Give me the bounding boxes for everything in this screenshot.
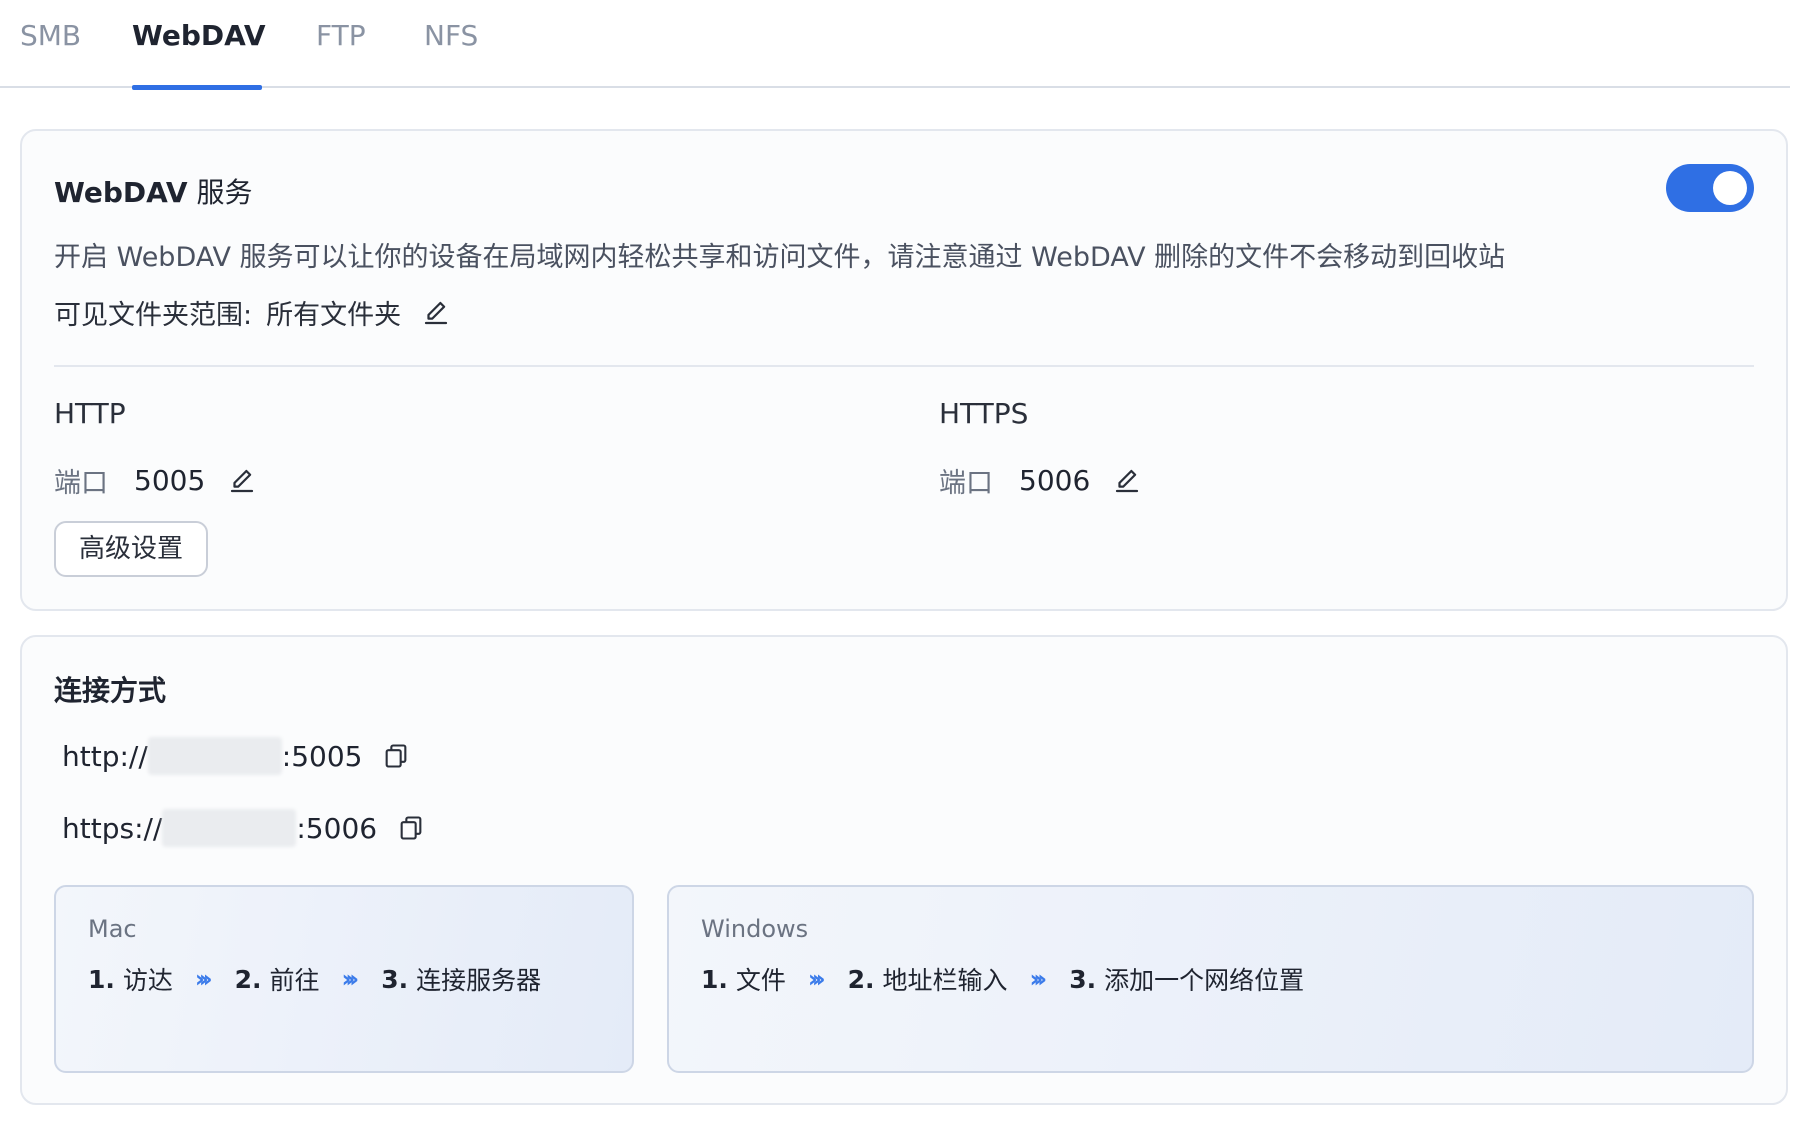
- step-text: 添加一个网络位置: [1104, 966, 1305, 995]
- toggle-knob: [1713, 171, 1747, 205]
- windows-steps: 1. 文件 ››› 2. 地址栏输入 ››› 3. 添加一个网络位置: [701, 961, 1304, 997]
- folder-scope-label: 可见文件夹范围:: [54, 300, 253, 331]
- mac-steps: 1. 访达 ››› 2. 前往 ››› 3. 连接服务器: [88, 961, 541, 997]
- https-label: HTTPS: [939, 397, 1029, 430]
- step-number: 3.: [381, 964, 409, 994]
- tab-smb[interactable]: SMB: [20, 16, 81, 88]
- tab-webdav[interactable]: WebDAV: [132, 16, 266, 90]
- https-address-prefix: https://: [62, 811, 163, 845]
- windows-title: Windows: [701, 915, 809, 943]
- step-number: 2.: [234, 964, 262, 994]
- edit-scope-icon[interactable]: [421, 298, 451, 328]
- connection-card: 连接方式 http:// :5005 https:// :5006 Mac 1.: [20, 635, 1788, 1105]
- webdav-service-toggle[interactable]: [1666, 164, 1754, 212]
- tab-smb-label: SMB: [20, 19, 82, 52]
- mac-instructions: Mac 1. 访达 ››› 2. 前往 ››› 3. 连接服务器: [54, 885, 634, 1073]
- tab-nfs-label: NFS: [424, 19, 479, 52]
- copy-http-address-icon[interactable]: [382, 742, 410, 770]
- section-divider: [54, 365, 1754, 367]
- step-text: 访达: [122, 966, 173, 995]
- step-number: 2.: [847, 964, 875, 994]
- https-port-label: 端口: [939, 468, 993, 499]
- step-number: 1.: [88, 964, 115, 994]
- step-text: 连接服务器: [416, 966, 542, 995]
- http-label: HTTP: [54, 397, 126, 430]
- chevrons-right-icon: ›››: [807, 965, 826, 993]
- active-tab-indicator: [132, 85, 262, 90]
- service-title-suffix: 服务: [187, 176, 253, 209]
- http-port-value: 5005: [134, 464, 206, 497]
- advanced-settings-button[interactable]: 高级设置: [54, 521, 208, 577]
- mac-title: Mac: [88, 915, 137, 943]
- step-text: 地址栏输入: [882, 966, 1008, 995]
- https-port-value: 5006: [1019, 464, 1091, 497]
- http-port-row: 端口 5005: [54, 461, 257, 500]
- https-address-row: https:// :5006: [62, 809, 425, 847]
- service-title-main: WebDAV: [54, 176, 188, 209]
- step-number: 1.: [701, 964, 728, 994]
- edit-https-port-icon[interactable]: [1112, 466, 1142, 496]
- webdav-service-card: WebDAV 服务 开启 WebDAV 服务可以让你的设备在局域网内轻松共享和访…: [20, 129, 1788, 611]
- http-address-suffix: :5005: [281, 739, 363, 773]
- chevrons-right-icon: ›››: [1029, 965, 1048, 993]
- chevrons-right-icon: ›››: [341, 965, 360, 993]
- http-address-row: http:// :5005: [62, 737, 410, 775]
- chevrons-right-icon: ›››: [194, 965, 213, 993]
- tab-ftp-label: FTP: [316, 19, 366, 52]
- https-address-suffix: :5006: [296, 811, 378, 845]
- tab-ftp[interactable]: FTP: [316, 16, 366, 88]
- http-port-label: 端口: [54, 468, 108, 499]
- service-description: 开启 WebDAV 服务可以让你的设备在局域网内轻松共享和访问文件，请注意通过 …: [54, 242, 1506, 273]
- tab-webdav-label: WebDAV: [132, 19, 266, 52]
- protocol-tabbar: SMB WebDAV FTP NFS: [0, 0, 1790, 90]
- connection-title: 连接方式: [54, 674, 167, 707]
- redacted-host: [162, 809, 297, 847]
- redacted-host: [147, 737, 282, 775]
- http-address-prefix: http://: [62, 739, 148, 773]
- folder-scope-row: 可见文件夹范围: 所有文件夹: [54, 293, 451, 332]
- service-title: WebDAV 服务: [54, 171, 253, 211]
- copy-https-address-icon[interactable]: [397, 814, 425, 842]
- https-port-row: 端口 5006: [939, 461, 1142, 500]
- edit-http-port-icon[interactable]: [227, 466, 257, 496]
- folder-scope-value: 所有文件夹: [266, 300, 402, 331]
- tab-nfs[interactable]: NFS: [424, 16, 478, 88]
- step-text: 前往: [269, 966, 320, 995]
- windows-instructions: Windows 1. 文件 ››› 2. 地址栏输入 ››› 3. 添加一个网络…: [667, 885, 1754, 1073]
- webdav-settings-page: SMB WebDAV FTP NFS WebDAV 服务 开启 WebDAV 服…: [0, 0, 1798, 1134]
- step-number: 3.: [1069, 964, 1097, 994]
- step-text: 文件: [735, 966, 786, 995]
